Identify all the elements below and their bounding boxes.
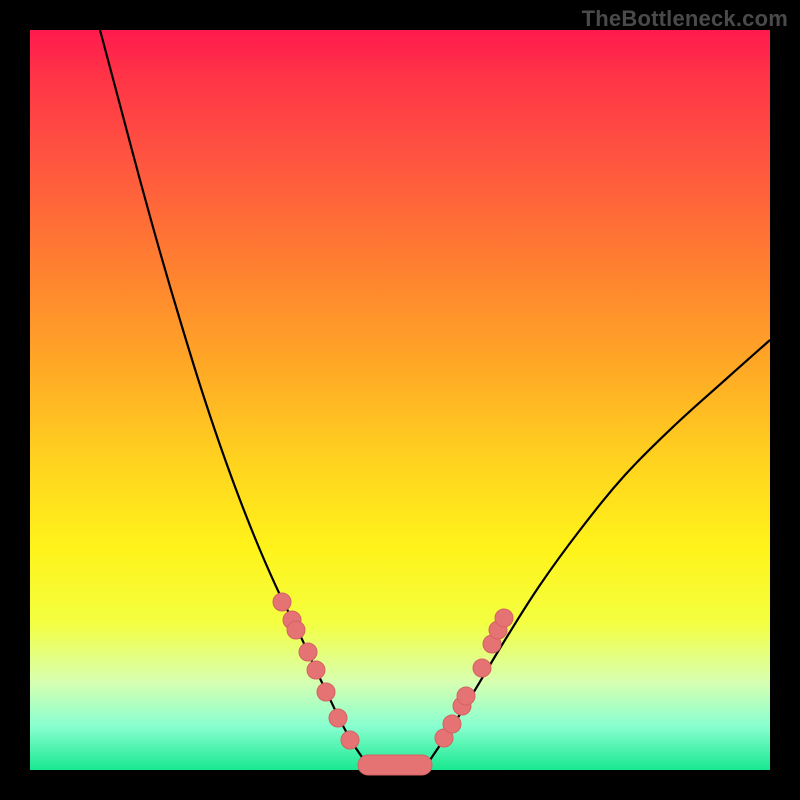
marker-cluster-left bbox=[273, 593, 359, 749]
data-marker bbox=[443, 715, 461, 733]
data-marker bbox=[299, 643, 317, 661]
data-marker bbox=[473, 659, 491, 677]
data-marker bbox=[341, 731, 359, 749]
chart-svg bbox=[30, 30, 770, 770]
chart-plot-area bbox=[30, 30, 770, 770]
marker-bottom-capsule bbox=[358, 755, 432, 775]
data-marker bbox=[273, 593, 291, 611]
watermark-text: TheBottleneck.com bbox=[582, 6, 788, 32]
curve-left-branch bbox=[100, 30, 364, 760]
data-marker bbox=[329, 709, 347, 727]
data-marker bbox=[287, 621, 305, 639]
curve-right-branch bbox=[430, 340, 770, 760]
data-marker bbox=[307, 661, 325, 679]
data-marker bbox=[317, 683, 335, 701]
data-marker bbox=[457, 687, 475, 705]
marker-cluster-right bbox=[435, 609, 513, 747]
data-marker bbox=[495, 609, 513, 627]
